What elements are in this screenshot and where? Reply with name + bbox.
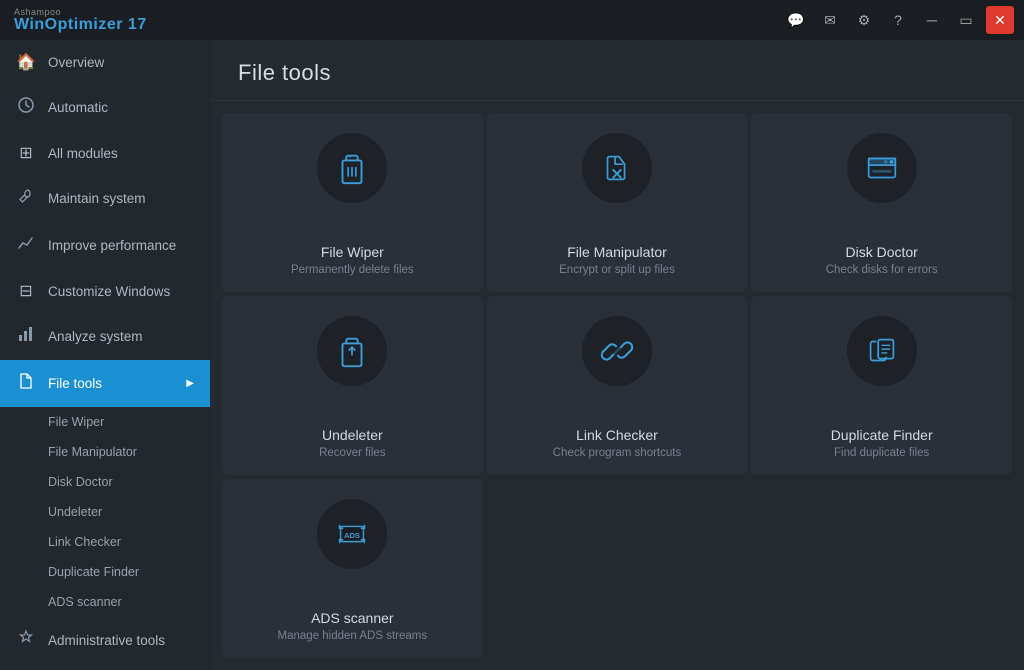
tool-card-file-manipulator[interactable]: File Manipulator Encrypt or split up fil… xyxy=(487,113,748,292)
submenu-link-checker[interactable]: Link Checker xyxy=(0,527,210,557)
sidebar-item-file-tools[interactable]: File tools ▶ xyxy=(0,360,210,407)
close-button[interactable]: ✕ xyxy=(986,6,1014,34)
maximize-button[interactable]: ▭ xyxy=(952,6,980,34)
link-checker-icon xyxy=(598,332,636,370)
disk-doctor-desc: Check disks for errors xyxy=(826,264,938,276)
undeleter-icon-container xyxy=(317,316,387,386)
submenu-duplicate-finder[interactable]: Duplicate Finder xyxy=(0,557,210,587)
link-checker-name: Link Checker xyxy=(576,427,658,443)
analyze-icon xyxy=(16,325,36,348)
sidebar-label-file-tools: File tools xyxy=(48,376,102,391)
content-area: File tools File Wiper Permanently delete xyxy=(210,40,1024,670)
file-manipulator-desc: Encrypt or split up files xyxy=(559,264,675,276)
brand-main: WinOptimizer 17 xyxy=(14,17,147,33)
undeleter-icon xyxy=(333,332,371,370)
link-checker-icon-container xyxy=(582,316,652,386)
ads-scanner-desc: Manage hidden ADS streams xyxy=(278,630,428,642)
admin-icon xyxy=(16,629,36,652)
content-header: File tools xyxy=(210,40,1024,101)
sidebar-item-maintain-system[interactable]: Maintain system xyxy=(0,175,210,222)
wrench-icon xyxy=(16,187,36,210)
performance-icon xyxy=(16,234,36,257)
sidebar-item-analyze-system[interactable]: Analyze system xyxy=(0,313,210,360)
app-brand: Ashampoo WinOptimizer 17 xyxy=(14,8,147,33)
page-title: File tools xyxy=(238,60,996,86)
submenu-undeleter[interactable]: Undeleter xyxy=(0,497,210,527)
file-wiper-desc: Permanently delete files xyxy=(291,264,414,276)
minimize-button[interactable]: ─ xyxy=(918,6,946,34)
sidebar-item-overview[interactable]: 🏠 Overview xyxy=(0,40,210,84)
tool-card-ads-scanner[interactable]: ADS ADS scanner Manage hidden ADS stream… xyxy=(222,479,483,658)
tools-grid: File Wiper Permanently delete files File… xyxy=(210,101,1024,670)
tool-card-link-checker[interactable]: Link Checker Check program shortcuts xyxy=(487,296,748,475)
settings-icon[interactable]: ⚙ xyxy=(850,6,878,34)
ads-scanner-icon-container: ADS xyxy=(317,499,387,569)
sidebar-label-admin: Administrative tools xyxy=(48,633,165,648)
sidebar-label-overview: Overview xyxy=(48,55,104,70)
tool-card-undeleter[interactable]: Undeleter Recover files xyxy=(222,296,483,475)
duplicate-finder-icon-container xyxy=(847,316,917,386)
app-logo: Ashampoo WinOptimizer 17 xyxy=(14,8,147,33)
sidebar-item-automatic[interactable]: Automatic xyxy=(0,84,210,131)
submenu-disk-doctor[interactable]: Disk Doctor xyxy=(0,467,210,497)
ads-scanner-name: ADS scanner xyxy=(311,610,393,626)
chat-icon[interactable]: 💬 xyxy=(782,6,810,34)
disk-doctor-name: Disk Doctor xyxy=(845,244,917,260)
chevron-right-icon: ▶ xyxy=(186,378,194,389)
file-tools-icon xyxy=(16,372,36,395)
file-manipulator-name: File Manipulator xyxy=(567,244,667,260)
file-wiper-icon-container xyxy=(317,133,387,203)
sidebar-item-backups[interactable]: Backups xyxy=(0,664,210,670)
titlebar: Ashampoo WinOptimizer 17 💬 ✉ ⚙ ? ─ ▭ ✕ xyxy=(0,0,1024,40)
file-manipulator-icon xyxy=(598,149,636,187)
undeleter-name: Undeleter xyxy=(322,427,383,443)
grid-icon: ⊞ xyxy=(16,143,36,163)
duplicate-finder-name: Duplicate Finder xyxy=(831,427,933,443)
file-wiper-name: File Wiper xyxy=(321,244,384,260)
file-wiper-icon xyxy=(333,149,371,187)
help-icon[interactable]: ? xyxy=(884,6,912,34)
duplicate-finder-desc: Find duplicate files xyxy=(834,447,929,459)
ads-scanner-icon: ADS xyxy=(333,515,371,553)
sidebar-label-customize: Customize Windows xyxy=(48,284,170,299)
main-layout: 🏠 Overview Automatic ⊞ All modules Maint… xyxy=(0,40,1024,670)
sidebar-label-all-modules: All modules xyxy=(48,146,118,161)
tool-card-duplicate-finder[interactable]: Duplicate Finder Find duplicate files xyxy=(751,296,1012,475)
sidebar-label-improve: Improve performance xyxy=(48,238,176,253)
link-checker-desc: Check program shortcuts xyxy=(553,447,681,459)
submenu-file-wiper[interactable]: File Wiper xyxy=(0,407,210,437)
sidebar-label-automatic: Automatic xyxy=(48,100,108,115)
submenu-ads-scanner[interactable]: ADS scanner xyxy=(0,587,210,617)
duplicate-finder-icon xyxy=(863,332,901,370)
window-controls: 💬 ✉ ⚙ ? ─ ▭ ✕ xyxy=(782,6,1014,34)
sidebar-label-maintain: Maintain system xyxy=(48,191,146,206)
sidebar-item-customize-windows[interactable]: ⊟ Customize Windows xyxy=(0,269,210,313)
sidebar: 🏠 Overview Automatic ⊞ All modules Maint… xyxy=(0,40,210,670)
automatic-icon xyxy=(16,96,36,119)
home-icon: 🏠 xyxy=(16,52,36,72)
mail-icon[interactable]: ✉ xyxy=(816,6,844,34)
svg-text:ADS: ADS xyxy=(344,531,360,540)
sidebar-label-analyze: Analyze system xyxy=(48,329,143,344)
tool-card-file-wiper[interactable]: File Wiper Permanently delete files xyxy=(222,113,483,292)
sidebar-item-improve-performance[interactable]: Improve performance xyxy=(0,222,210,269)
file-manipulator-icon-container xyxy=(582,133,652,203)
customize-icon: ⊟ xyxy=(16,281,36,301)
disk-doctor-icon-container xyxy=(847,133,917,203)
submenu-file-manipulator[interactable]: File Manipulator xyxy=(0,437,210,467)
tool-card-disk-doctor[interactable]: Disk Doctor Check disks for errors xyxy=(751,113,1012,292)
undeleter-desc: Recover files xyxy=(319,447,385,459)
disk-doctor-icon xyxy=(863,149,901,187)
sidebar-item-administrative-tools[interactable]: Administrative tools xyxy=(0,617,210,664)
sidebar-item-all-modules[interactable]: ⊞ All modules xyxy=(0,131,210,175)
